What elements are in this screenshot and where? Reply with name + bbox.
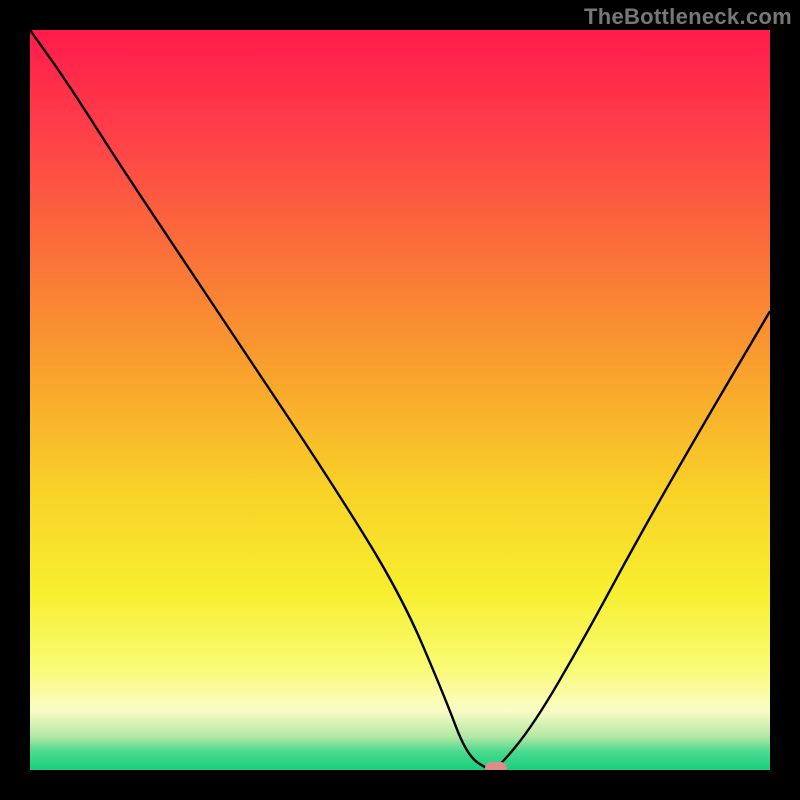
- gradient-background: [30, 30, 770, 770]
- watermark-text: TheBottleneck.com: [584, 4, 792, 30]
- optimal-point-marker: [485, 762, 507, 770]
- plot-area: [30, 30, 770, 770]
- chart-frame: TheBottleneck.com: [0, 0, 800, 800]
- chart-svg: [30, 30, 770, 770]
